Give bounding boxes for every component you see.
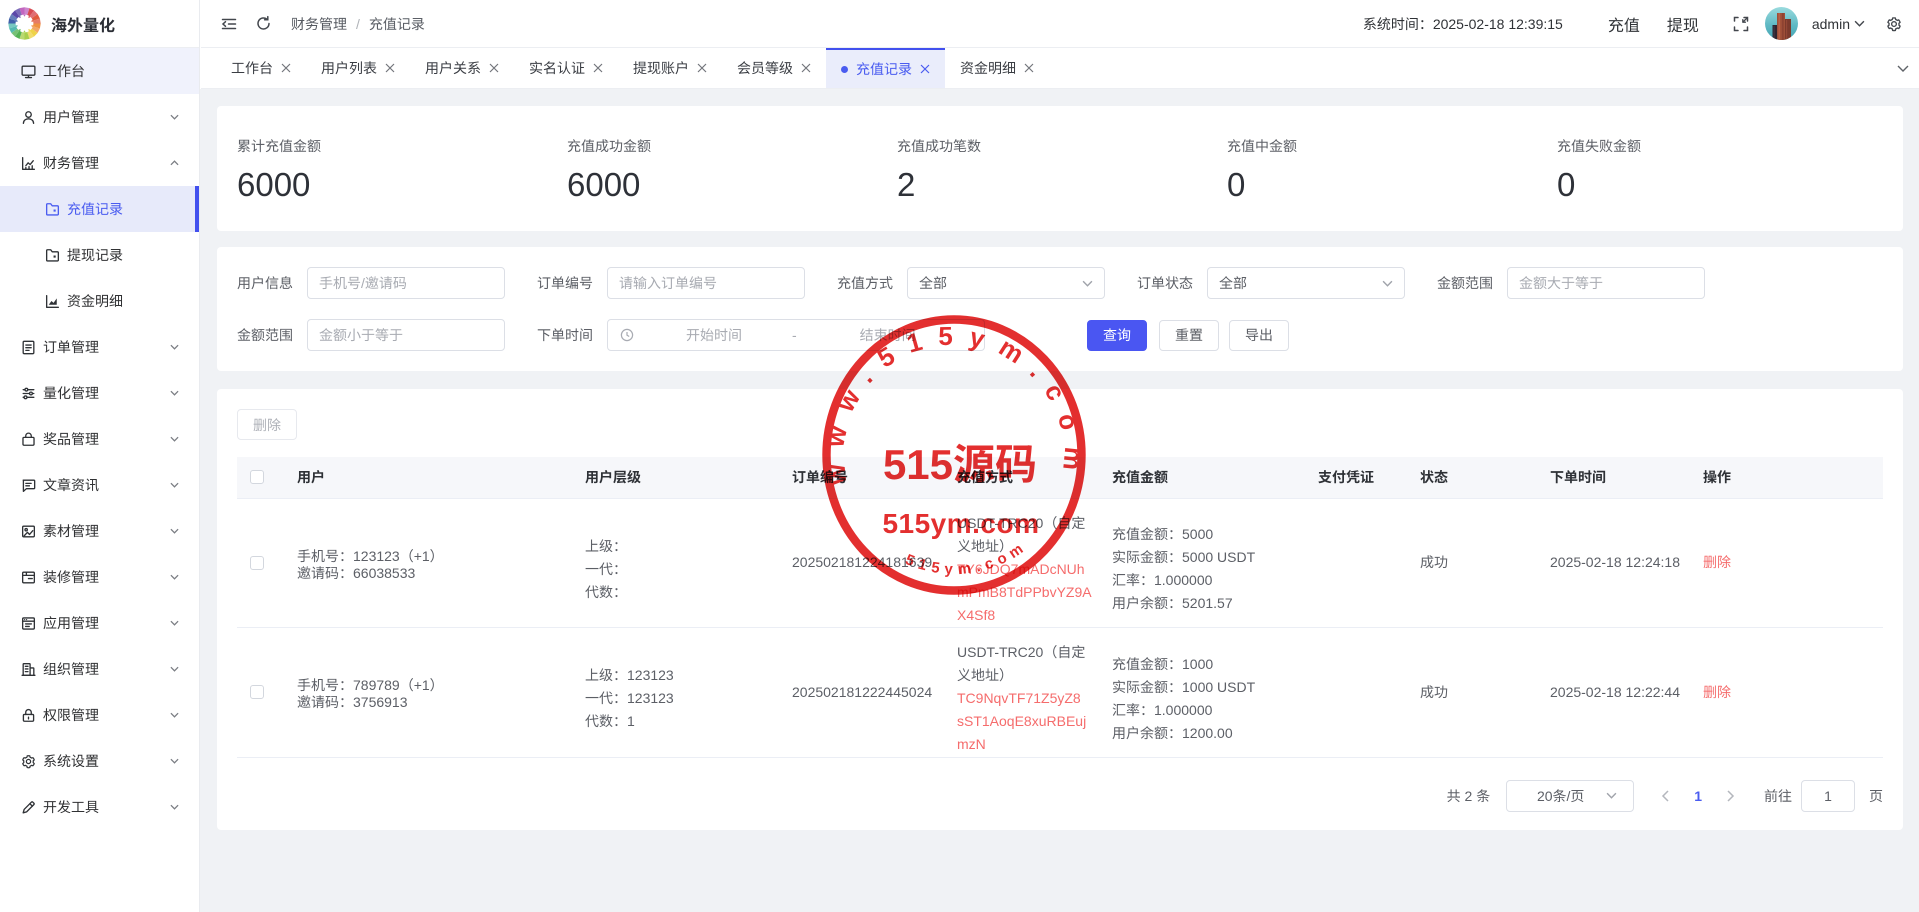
svg-text:515ym.com: 515ym.com	[882, 508, 1039, 539]
svg-text:515源码: 515源码	[883, 441, 1037, 488]
